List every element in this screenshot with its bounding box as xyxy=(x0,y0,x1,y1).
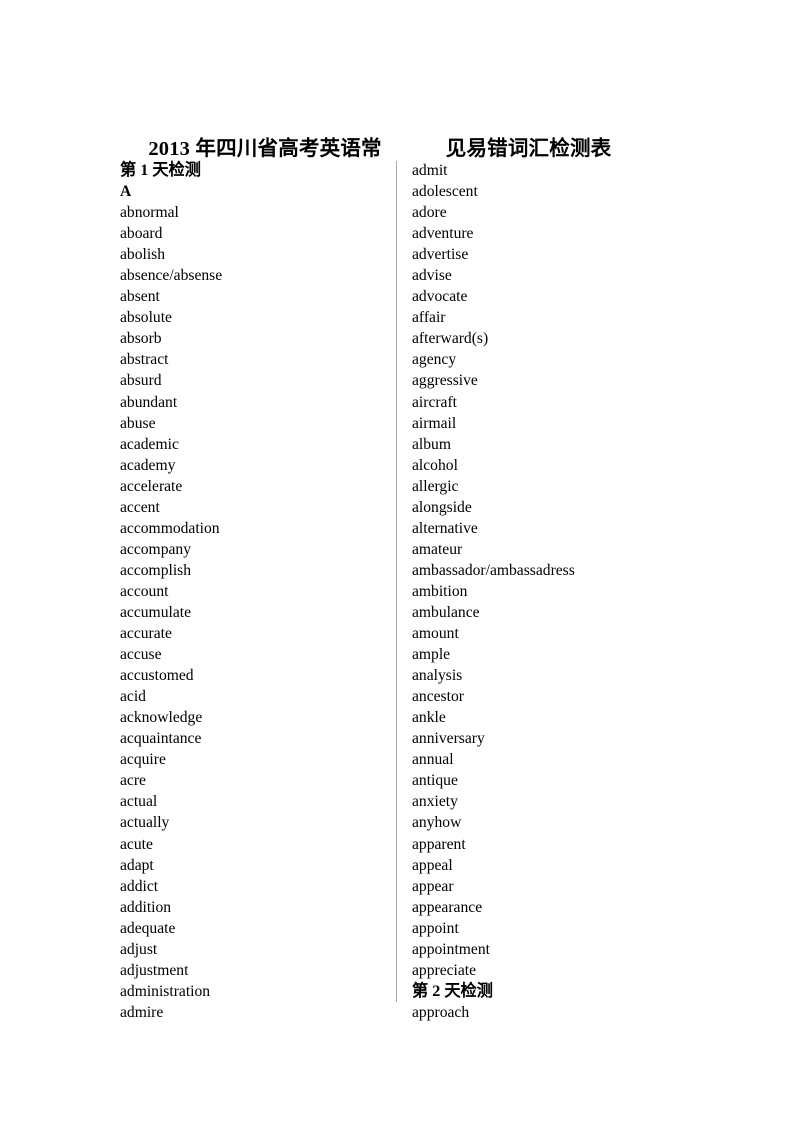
word-entry: advocate xyxy=(412,288,468,306)
word-entry: adore xyxy=(412,204,447,222)
word-entry: amount xyxy=(412,625,459,643)
word-entry: admit xyxy=(412,162,448,179)
word-entry: abolish xyxy=(120,246,166,264)
word-entry: appear xyxy=(412,877,454,895)
alphabet-section-heading: A xyxy=(120,183,132,201)
word-entry: apparent xyxy=(412,835,466,853)
word-entry: adventure xyxy=(412,225,474,243)
word-entry: annual xyxy=(412,751,454,769)
word-entry: advise xyxy=(412,267,452,285)
word-entry: abnormal xyxy=(120,204,179,222)
word-entry: administration xyxy=(120,982,211,1000)
word-entry: accustomed xyxy=(120,667,194,685)
word-entry: addition xyxy=(120,898,172,916)
word-entry: account xyxy=(120,582,169,600)
page-title-part-1: 2013 年四川省高考英语常 xyxy=(148,138,382,160)
word-entry: accelerate xyxy=(120,477,183,495)
word-entry: adjust xyxy=(120,940,158,958)
word-list-body: 第 1 天检测 Aabnormal aboard abolish absence/abs… xyxy=(0,160,800,1030)
word-entry: academy xyxy=(120,456,176,474)
word-entry: advertise xyxy=(412,246,469,264)
word-entry: anniversary xyxy=(412,730,485,748)
word-entry: accumulate xyxy=(120,603,191,621)
word-entry: aggressive xyxy=(412,372,478,390)
word-entry: adolescent xyxy=(412,183,478,201)
word-entry: abundant xyxy=(120,393,178,411)
word-entry: amateur xyxy=(412,540,463,558)
word-entry: accurate xyxy=(120,625,172,643)
word-entry: appearance xyxy=(412,898,483,916)
word-entry: aircraft xyxy=(412,393,458,411)
word-entry: affair xyxy=(412,309,446,327)
word-column-right: admit adolescent adore adventure advertise ad… xyxy=(412,160,684,1023)
page-title: 2013 年四川省高考英语常 见易错词汇检测表 xyxy=(127,104,687,160)
word-entry: accent xyxy=(120,498,160,516)
word-entry: abuse xyxy=(120,414,156,432)
word-entry: absurd xyxy=(120,372,162,390)
word-entry: appointment xyxy=(412,940,490,958)
word-entry: ancestor xyxy=(412,688,464,706)
word-entry: adjustment xyxy=(120,961,189,979)
word-entry: acknowledge xyxy=(120,709,203,727)
word-entry: ambulance xyxy=(412,603,480,621)
word-entry: ample xyxy=(412,646,451,664)
column-divider xyxy=(396,161,397,1002)
word-entry: approach xyxy=(412,1003,470,1021)
word-entry: ankle xyxy=(412,709,446,727)
word-entry: absorb xyxy=(120,330,162,348)
word-entry: alcohol xyxy=(412,456,458,474)
word-entry: ambassador/ambassadress xyxy=(412,561,575,579)
word-entry: adequate xyxy=(120,919,176,937)
word-entry: acquire xyxy=(120,751,166,769)
word-entry: analysis xyxy=(412,667,463,685)
word-column-left: 第 1 天检测 Aabnormal aboard abolish absence/abs… xyxy=(120,160,392,1023)
word-entry: accomplish xyxy=(120,561,192,579)
word-entry: agency xyxy=(412,351,457,369)
word-entry: academic xyxy=(120,435,179,453)
word-entry: absent xyxy=(120,288,160,306)
word-entry: absolute xyxy=(120,309,172,327)
word-entry: allergic xyxy=(412,477,459,495)
word-entry: alongside xyxy=(412,498,472,516)
word-entry: accommodation xyxy=(120,519,220,537)
word-entry: absence/absense xyxy=(120,267,223,285)
word-entry: addict xyxy=(120,877,159,895)
page-title-part-2: 见易错词汇检测表 xyxy=(445,138,612,160)
word-entry: admire xyxy=(120,1003,164,1021)
day-section-heading: 第 1 天检测 xyxy=(120,161,201,179)
word-entry: adapt xyxy=(120,856,154,874)
document-page: 2013 年四川省高考英语常 见易错词汇检测表 第 1 天检测 Aabnormal a… xyxy=(0,0,800,1132)
word-entry: appoint xyxy=(412,919,459,937)
word-entry: ambition xyxy=(412,582,468,600)
word-entry: aboard xyxy=(120,225,163,243)
word-entry: acre xyxy=(120,772,146,790)
word-entry: acid xyxy=(120,688,146,706)
word-entry: actual xyxy=(120,793,158,811)
word-entry: afterward(s) xyxy=(412,330,489,348)
word-entry: airmail xyxy=(412,414,457,432)
word-entry: accuse xyxy=(120,646,162,664)
word-entry: abstract xyxy=(120,351,169,369)
day-section-heading: 第 2 天检测 xyxy=(412,981,493,1000)
word-entry: alternative xyxy=(412,519,478,537)
word-entry: acquaintance xyxy=(120,730,202,748)
word-entry: acute xyxy=(120,835,153,853)
word-entry: anxiety xyxy=(412,793,458,811)
word-entry: album xyxy=(412,435,451,453)
word-entry: antique xyxy=(412,772,458,790)
word-entry: appreciate xyxy=(412,961,477,979)
word-entry: anyhow xyxy=(412,814,462,832)
word-entry: accompany xyxy=(120,540,192,558)
word-entry: actually xyxy=(120,814,170,832)
word-entry: appeal xyxy=(412,856,453,874)
